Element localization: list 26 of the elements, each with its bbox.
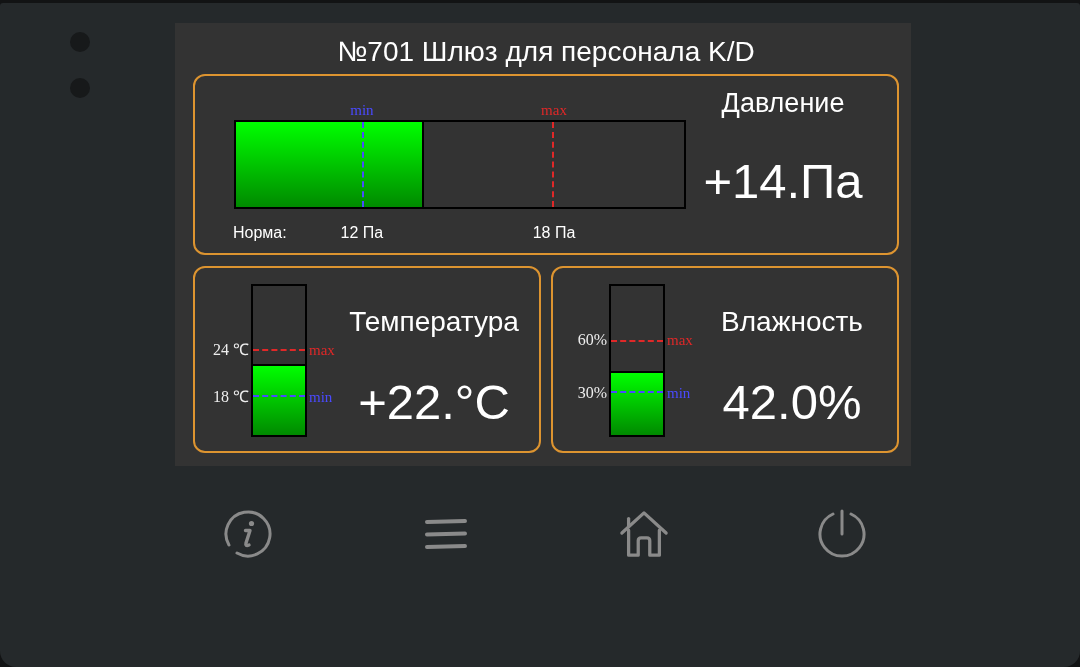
home-icon (619, 509, 669, 559)
norm-label: Норма: (233, 223, 287, 243)
info-button[interactable] (222, 508, 274, 560)
power-button[interactable] (816, 508, 868, 560)
screen-title: №701 Шлюз для персонала K/D (337, 35, 755, 67)
gauge-title: Влажность (720, 305, 864, 337)
gauge-value: +22.°C (357, 374, 511, 430)
marker-label: max (667, 331, 693, 349)
home-button[interactable] (618, 508, 670, 560)
marker-reading: 60% (577, 331, 607, 349)
marker-reading: 12 Па (340, 223, 384, 243)
marker-reading: 18 ℃ (213, 388, 249, 407)
gauge-value: 42.0% (721, 374, 863, 430)
gauge-title: Давление (720, 87, 846, 118)
marker-reading: 24 ℃ (213, 340, 249, 359)
gauge-title: Температура (349, 305, 519, 337)
marker-reading: 30% (577, 383, 607, 402)
marker-label: min (667, 383, 691, 402)
marker-label: min (309, 388, 333, 407)
marker-reading: 18 Па (532, 223, 576, 243)
gauge-value: +14.Па (702, 153, 864, 209)
power-icon (817, 509, 867, 559)
marker-label: max (541, 101, 567, 120)
marker-label: max (309, 340, 335, 359)
marker-label: min (350, 101, 374, 120)
info-icon (223, 509, 273, 559)
